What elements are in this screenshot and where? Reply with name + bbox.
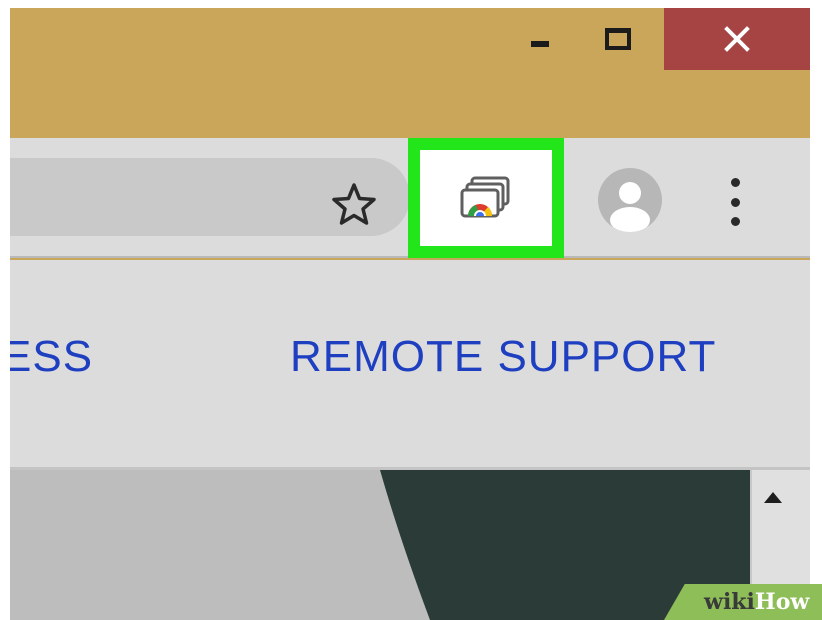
chrome-remote-desktop-icon [460,176,510,218]
close-button[interactable] [664,8,810,70]
close-icon [724,26,750,52]
tab-remote-support[interactable]: REMOTE SUPPORT [290,332,716,382]
maximize-button[interactable] [588,8,648,70]
tab-remote-access[interactable]: ESS [10,332,93,382]
content-illustration [10,470,750,620]
watermark-text: wikiHow [704,589,809,615]
watermark-part2: How [754,589,810,615]
page-content [10,470,750,620]
maximize-icon [605,28,631,50]
kebab-menu-icon [730,178,740,187]
browser-window: ESS REMOTE SUPPORT [10,8,810,620]
chrome-remote-desktop-button[interactable] [420,150,552,246]
scroll-up-arrow-icon[interactable] [764,492,782,503]
watermark-part1: wiki [704,589,755,615]
extension-highlight [408,138,564,258]
profile-avatar[interactable] [598,168,662,232]
page-tabs: ESS REMOTE SUPPORT [10,260,810,470]
screenshot-frame: ESS REMOTE SUPPORT wikiHow [0,0,822,620]
wikihow-watermark: wikiHow [664,584,822,620]
kebab-menu-icon [730,217,740,226]
avatar-icon [610,182,650,232]
minimize-button[interactable] [510,8,570,70]
browser-menu-button[interactable] [720,174,750,230]
kebab-menu-icon [730,197,740,207]
title-bar [10,8,810,138]
minimize-icon [531,41,549,47]
star-icon[interactable] [330,180,378,228]
browser-toolbar [10,138,810,258]
